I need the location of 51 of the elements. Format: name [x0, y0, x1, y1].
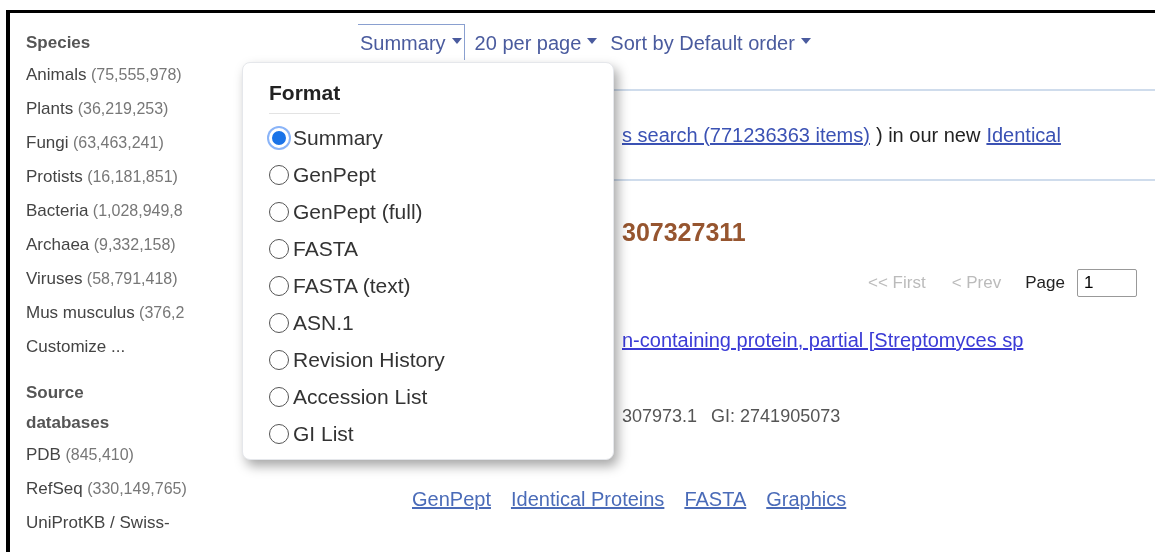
accession-text: 307973.1 [622, 405, 698, 428]
radio-button[interactable] [269, 276, 289, 296]
sidebar-filter-link[interactable]: Bacteria (1,028,949,8 [26, 194, 183, 228]
radio-button[interactable] [269, 424, 289, 444]
result-link[interactable]: FASTA [684, 484, 747, 514]
sidebar-filter-link[interactable]: PDB (845,410) [26, 438, 134, 472]
radio-button[interactable] [269, 313, 289, 333]
caret-icon [451, 38, 462, 44]
section-heading: Species [26, 32, 92, 54]
notice-link[interactable]: s search (771236363 items) [622, 120, 870, 150]
sidebar-filter-link[interactable]: Plants (36,219,253) [26, 92, 169, 126]
sidebar-filter-link[interactable]: UniProtKB / Swiss- [26, 506, 170, 540]
caret-icon [800, 38, 811, 44]
format-option[interactable]: Revision History [269, 341, 445, 379]
sidebar-filter-link[interactable]: Fungi (63,463,241) [26, 126, 164, 160]
sidebar-filter-link[interactable]: Animals (75,555,978) [26, 58, 182, 92]
format-option[interactable]: ASN.1 [269, 304, 354, 342]
notice-link[interactable]: Identical [986, 120, 1061, 150]
result-link[interactable]: GenPept [412, 484, 491, 514]
sidebar-filter-link[interactable]: Protists (16,181,851) [26, 160, 178, 194]
results-title: 307327311 [622, 217, 746, 247]
gi-number-text: GI: 2741905073 [711, 405, 841, 428]
format-option[interactable]: FASTA (text) [269, 267, 411, 305]
format-option[interactable]: GenPept (full) [269, 193, 423, 231]
radio-button[interactable] [269, 387, 289, 407]
sidebar-filter-link[interactable]: RefSeq (330,149,765) [26, 472, 187, 506]
result-link[interactable]: Identical Proteins [510, 484, 665, 514]
page-label: Page [1025, 272, 1065, 295]
radio-button[interactable] [269, 350, 289, 370]
notice-text: ) in our new [875, 123, 981, 148]
result-title-link[interactable]: n-containing protein, partial [Streptomyces sp [622, 325, 1024, 355]
sidebar-filter-link[interactable]: Archaea (9,332,158) [26, 228, 176, 262]
sidebar-filter-link[interactable]: Customize ... [26, 330, 126, 364]
format-option[interactable]: FASTA [269, 230, 358, 268]
format-option[interactable]: GI List [269, 415, 354, 453]
radio-button[interactable] [269, 165, 289, 185]
caret-icon [587, 38, 598, 44]
radio-button[interactable] [269, 202, 289, 222]
sidebar-filter-link[interactable]: Viruses (58,791,418) [26, 262, 178, 296]
format-option[interactable]: Summary [269, 119, 383, 157]
sidebar-filter-link[interactable]: Mus musculus (376,2 [26, 296, 185, 330]
menu-title: Format [269, 77, 341, 114]
result-link[interactable]: Graphics [766, 484, 847, 514]
display-setting-dropdown[interactable]: Summary [358, 24, 465, 60]
display-setting-dropdown[interactable]: Sort by Default order [608, 24, 814, 60]
display-setting-dropdown[interactable]: 20 per page [472, 24, 601, 60]
format-option[interactable]: GenPept [269, 156, 376, 194]
section-heading: Source databases [26, 382, 111, 434]
page-number-field[interactable]: 1 [1076, 269, 1137, 297]
format-option[interactable]: Accession List [269, 378, 428, 416]
radio-button[interactable] [269, 239, 289, 259]
